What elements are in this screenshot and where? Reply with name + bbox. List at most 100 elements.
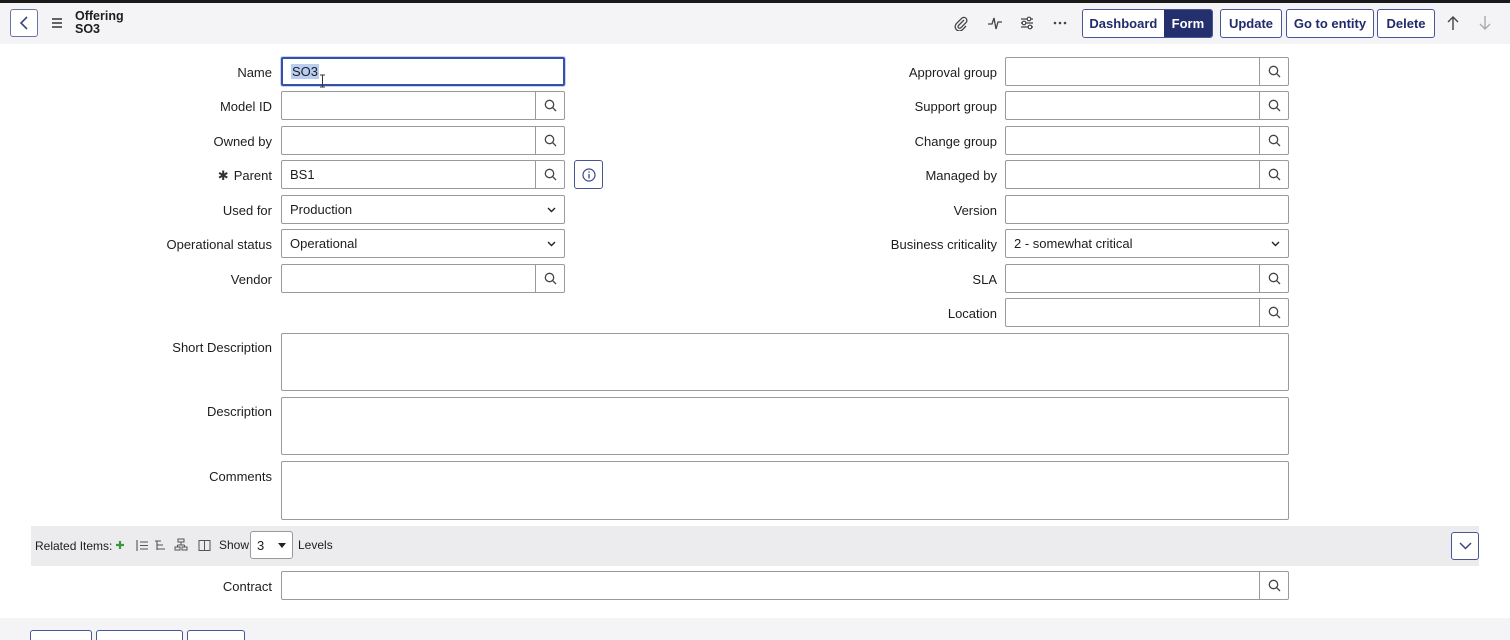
back-button[interactable] <box>10 9 38 37</box>
split-view-button[interactable] <box>197 538 211 552</box>
parent-label-text: Parent <box>233 168 272 183</box>
next-record-button[interactable] <box>1476 14 1494 32</box>
tree-view-button[interactable] <box>153 538 167 552</box>
parent-lookup-button[interactable] <box>536 160 565 189</box>
parent-preview-button[interactable] <box>574 160 603 189</box>
model-id-lookup-button[interactable] <box>536 91 565 120</box>
collapse-related-button[interactable] <box>1451 532 1479 560</box>
parent-label: ✱ Parent <box>218 168 272 184</box>
contract-lookup-button[interactable] <box>1260 571 1289 600</box>
chevron-down-icon <box>546 205 556 215</box>
change-group-input[interactable] <box>1005 126 1260 155</box>
owned-by-lookup-button[interactable] <box>536 126 565 155</box>
chevron-down-icon <box>546 239 556 249</box>
search-icon <box>544 99 556 112</box>
footer-button-1[interactable] <box>30 630 92 640</box>
vendor-lookup-button[interactable] <box>536 264 565 293</box>
sla-lookup-button[interactable] <box>1260 264 1289 293</box>
search-icon <box>544 272 556 285</box>
previous-record-button[interactable] <box>1444 14 1462 32</box>
change-group-lookup-button[interactable] <box>1260 126 1289 155</box>
contract-input[interactable] <box>281 571 1260 600</box>
hamburger-icon[interactable] <box>50 15 64 31</box>
related-items-label: Related Items: <box>35 539 113 553</box>
search-icon <box>1268 65 1280 78</box>
add-relationship-button[interactable] <box>113 538 127 552</box>
operational-status-label: Operational status <box>166 237 272 252</box>
search-icon <box>1268 168 1280 181</box>
search-icon <box>1268 306 1280 319</box>
paperclip-icon <box>954 16 968 31</box>
footer-button-3[interactable] <box>187 630 245 640</box>
list-view-button[interactable] <box>135 538 149 552</box>
settings-sliders-icon <box>1021 16 1033 30</box>
caret-down-icon <box>278 542 286 548</box>
dashboard-view-button[interactable]: Dashboard <box>1083 10 1164 37</box>
levels-label: Levels <box>298 538 333 552</box>
search-icon <box>1268 134 1280 147</box>
list-icon <box>135 539 148 551</box>
comments-textarea[interactable] <box>281 461 1289 520</box>
location-lookup-button[interactable] <box>1260 298 1289 327</box>
support-group-input[interactable] <box>1005 91 1260 120</box>
more-icon <box>1053 21 1067 25</box>
approval-group-input[interactable] <box>1005 57 1260 86</box>
contract-label: Contract <box>222 579 272 594</box>
search-icon <box>1268 272 1280 285</box>
used-for-select[interactable]: Production <box>281 195 565 224</box>
activity-icon <box>988 17 1002 30</box>
hierarchy-icon <box>174 538 188 551</box>
vendor-input[interactable] <box>281 264 536 293</box>
related-items-bar: Related Items: Show 3 Levels <box>31 526 1479 566</box>
attachment-button[interactable] <box>952 14 970 32</box>
info-icon <box>581 167 596 182</box>
used-for-value: Production <box>290 202 353 217</box>
go-to-entity-button[interactable]: Go to entity <box>1286 9 1374 38</box>
sla-input[interactable] <box>1005 264 1260 293</box>
description-textarea[interactable] <box>281 397 1289 455</box>
operational-status-value: Operational <box>290 236 358 251</box>
change-group-label: Change group <box>914 134 997 149</box>
managed-by-lookup-button[interactable] <box>1260 160 1289 189</box>
arrow-down-icon <box>1479 16 1491 30</box>
search-icon <box>1268 99 1280 112</box>
levels-select[interactable]: 3 <box>250 531 293 559</box>
operational-status-select[interactable]: Operational <box>281 229 565 258</box>
location-label: Location <box>947 306 997 321</box>
arrow-up-icon <box>1447 16 1459 30</box>
columns-icon <box>198 539 210 551</box>
name-label: Name <box>237 65 272 80</box>
personalize-button[interactable] <box>1018 14 1036 32</box>
delete-button[interactable]: Delete <box>1377 9 1435 38</box>
show-label: Show <box>219 538 250 552</box>
location-input[interactable] <box>1005 298 1260 327</box>
footer-button-2[interactable] <box>96 630 183 640</box>
short-description-textarea[interactable] <box>281 333 1289 391</box>
short-description-label: Short Description <box>172 340 272 355</box>
managed-by-input[interactable] <box>1005 160 1260 189</box>
form-view-button[interactable]: Form <box>1163 10 1212 37</box>
tree-icon <box>154 539 165 550</box>
managed-by-label: Managed by <box>925 168 997 183</box>
parent-input[interactable]: BS1 <box>281 160 536 189</box>
owned-by-input[interactable] <box>281 126 536 155</box>
footer-button-strip <box>0 618 1510 640</box>
support-group-label: Support group <box>914 99 997 114</box>
required-icon: ✱ <box>217 168 229 183</box>
vendor-label: Vendor <box>230 272 272 287</box>
approval-group-label: Approval group <box>908 65 997 80</box>
business-criticality-label: Business criticality <box>890 237 997 252</box>
plus-icon <box>116 541 124 549</box>
model-id-input[interactable] <box>281 91 536 120</box>
approval-group-lookup-button[interactable] <box>1260 57 1289 86</box>
map-view-button[interactable] <box>174 538 188 552</box>
support-group-lookup-button[interactable] <box>1260 91 1289 120</box>
view-toggle: Dashboard Form <box>1082 9 1213 38</box>
update-button[interactable]: Update <box>1220 9 1282 38</box>
record-name: SO3 <box>75 22 101 36</box>
used-for-label: Used for <box>222 203 272 218</box>
more-options-button[interactable] <box>1051 14 1069 32</box>
activity-button[interactable] <box>986 14 1004 32</box>
version-input[interactable] <box>1005 195 1289 224</box>
business-criticality-select[interactable]: 2 - somewhat critical <box>1005 229 1289 258</box>
